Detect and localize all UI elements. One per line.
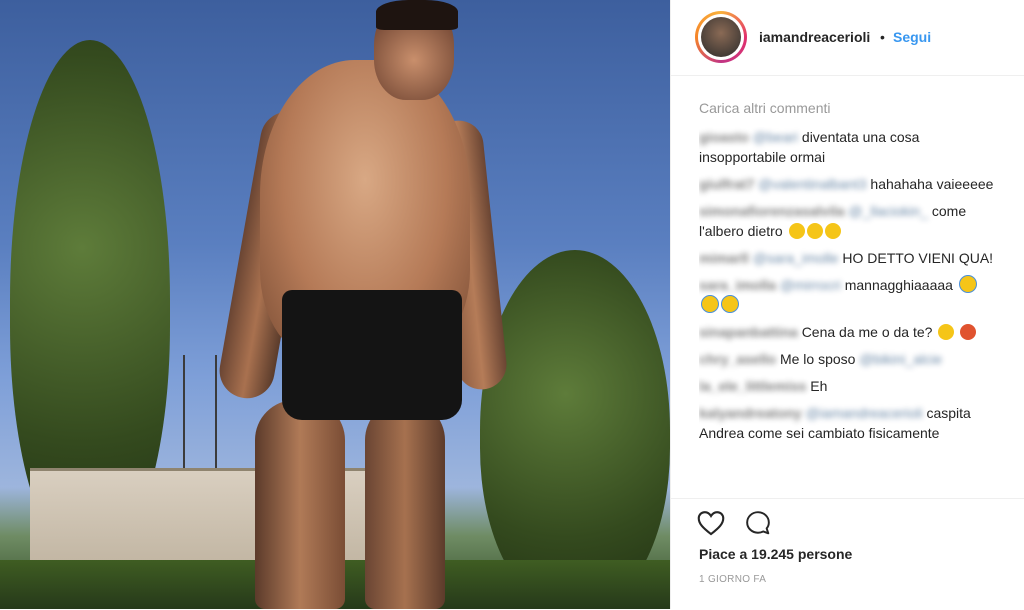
post-side-panel: iamandreacerioli • Segui Carica altri co…: [670, 0, 1024, 609]
comment-item: sara_imolla @mirrocri mannagghiaaaaa: [699, 275, 999, 315]
comment-text: Eh: [810, 378, 828, 394]
grinning-sweat-emoji: [806, 223, 823, 239]
comment-text: hahahaha vaieeeee: [870, 176, 994, 192]
post-header: iamandreacerioli • Segui: [671, 0, 1024, 76]
comment-username[interactable]: sara_imolla: [699, 277, 776, 293]
comment-item: chry_asello Me lo sposo @bikini_alcie: [699, 349, 999, 369]
grinning-sweat-emoji: [824, 223, 841, 239]
comment-item: mimarll @sara_imolle HO DETTO VIENI QUA!: [699, 248, 999, 268]
comment-mention[interactable]: @beari: [753, 129, 798, 145]
comment-icon[interactable]: [745, 510, 771, 536]
comment-text: mannagghiaaaaa: [844, 277, 953, 293]
comment-mention[interactable]: @valentinalbant3: [758, 176, 866, 192]
comment-item: gioasto @beari diventata una cosa insopp…: [699, 127, 999, 167]
comment-text: Cena da me o da te?: [801, 324, 933, 340]
shorts: [282, 290, 462, 420]
electric-pole: [183, 355, 217, 475]
heart-icon[interactable]: [697, 510, 725, 536]
comment-username[interactable]: chry_asello: [699, 351, 776, 367]
comment-mention[interactable]: @_llaciokin_: [848, 203, 928, 219]
likes-count[interactable]: Piace a 19.245 persone: [699, 546, 852, 562]
comment-item: simonafiorenzasalvila @_llaciokin_ come …: [699, 201, 999, 241]
comment-mention[interactable]: @sara_imolle: [753, 250, 839, 266]
post-photo[interactable]: [0, 0, 670, 609]
comment-username[interactable]: sinapanbattina: [699, 324, 798, 340]
load-more-comments[interactable]: Carica altri commenti: [699, 100, 830, 116]
comment-username[interactable]: simonafiorenzasalvila: [699, 203, 845, 219]
leg-right: [365, 400, 445, 609]
comment-username[interactable]: mimarll: [699, 250, 749, 266]
comment-mention[interactable]: @iamandreacerioli: [806, 405, 923, 421]
tree-right: [480, 250, 670, 609]
comment-text: HO DETTO VIENI QUA!: [842, 250, 994, 266]
username-link[interactable]: iamandreacerioli: [759, 29, 870, 45]
avatar[interactable]: [701, 17, 741, 57]
comment-mention[interactable]: @bikini_alcie: [859, 351, 942, 367]
leg-left: [255, 400, 345, 609]
flame-face-emoji: [960, 324, 977, 340]
follow-button[interactable]: Segui: [893, 29, 931, 45]
comment-username[interactable]: gioasto: [699, 129, 749, 145]
comment-item: kalyandreatony @iamandreacerioli caspita…: [699, 403, 999, 443]
scream-emoji: [701, 295, 719, 313]
separator-dot: •: [880, 29, 885, 45]
grinning-sweat-emoji: [788, 223, 805, 239]
comment-item: sinapanbattina Cena da me o da te?: [699, 322, 999, 342]
post-timestamp[interactable]: 1 GIORNO FA: [699, 574, 766, 585]
comment-item: giulfrat7 @valentinalbant3 hahahaha vaie…: [699, 174, 999, 194]
comments-list: gioasto @beari diventata una cosa insopp…: [699, 127, 999, 490]
comment-text: Me lo sposo: [779, 351, 856, 367]
comment-username[interactable]: la_ele_littlemiss: [699, 378, 806, 394]
scream-emoji: [958, 275, 977, 293]
wink-emoji: [938, 324, 955, 340]
comment-mention[interactable]: @mirrocri: [780, 277, 841, 293]
comment-item: la_ele_littlemiss Eh: [699, 376, 999, 396]
comment-username[interactable]: giulfrat7: [699, 176, 754, 192]
hair: [376, 0, 458, 30]
post-actions: Piace a 19.245 persone 1 GIORNO FA: [671, 498, 1024, 610]
comment-username[interactable]: kalyandreatony: [699, 405, 802, 421]
scream-emoji: [721, 295, 739, 313]
